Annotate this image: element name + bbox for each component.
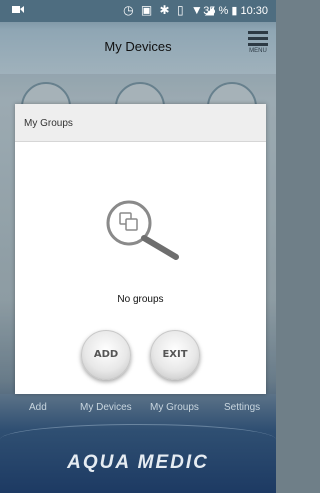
status-right: 35 % ▮ 10:30 [203,4,268,17]
empty-state-text: No groups [117,294,164,305]
app-screen: ◷ ▣ ✱ ▯ ▼◢ 35 % ▮ 10:30 My Devices MENU … [0,0,276,493]
status-icons: ◷ ▣ ✱ ▯ ▼◢ [123,3,216,17]
magnifier-icon [106,200,179,260]
status-bar: ◷ ▣ ✱ ▯ ▼◢ 35 % ▮ 10:30 [0,0,276,22]
nav-item-my-groups[interactable]: My Groups [150,402,199,413]
decorative-wave [0,424,276,455]
menu-icon [248,31,268,34]
video-camera-icon [12,6,24,13]
nav-item-add[interactable]: Add [29,402,47,413]
menu-icon-bar [248,37,268,40]
brand-logo: AQUA MEDIC [67,452,209,473]
add-button[interactable]: ADD [81,330,131,380]
menu-icon-bar [248,43,268,46]
exit-button[interactable]: EXIT [150,330,200,380]
menu-button[interactable]: MENU [248,31,268,54]
app-bar: My Devices MENU [0,22,276,74]
dialog-title: My Groups [15,104,266,142]
nav-item-my-devices[interactable]: My Devices [80,402,132,413]
page-title: My Devices [104,39,172,54]
menu-label: MENU [249,48,267,54]
my-groups-dialog: My Groups No groups ADD EXIT [15,104,266,394]
clock: 10:30 [240,5,268,17]
battery-icon: ▮ [231,5,238,17]
battery-percent: 35 % [203,5,229,17]
nav-item-settings[interactable]: Settings [224,402,260,413]
